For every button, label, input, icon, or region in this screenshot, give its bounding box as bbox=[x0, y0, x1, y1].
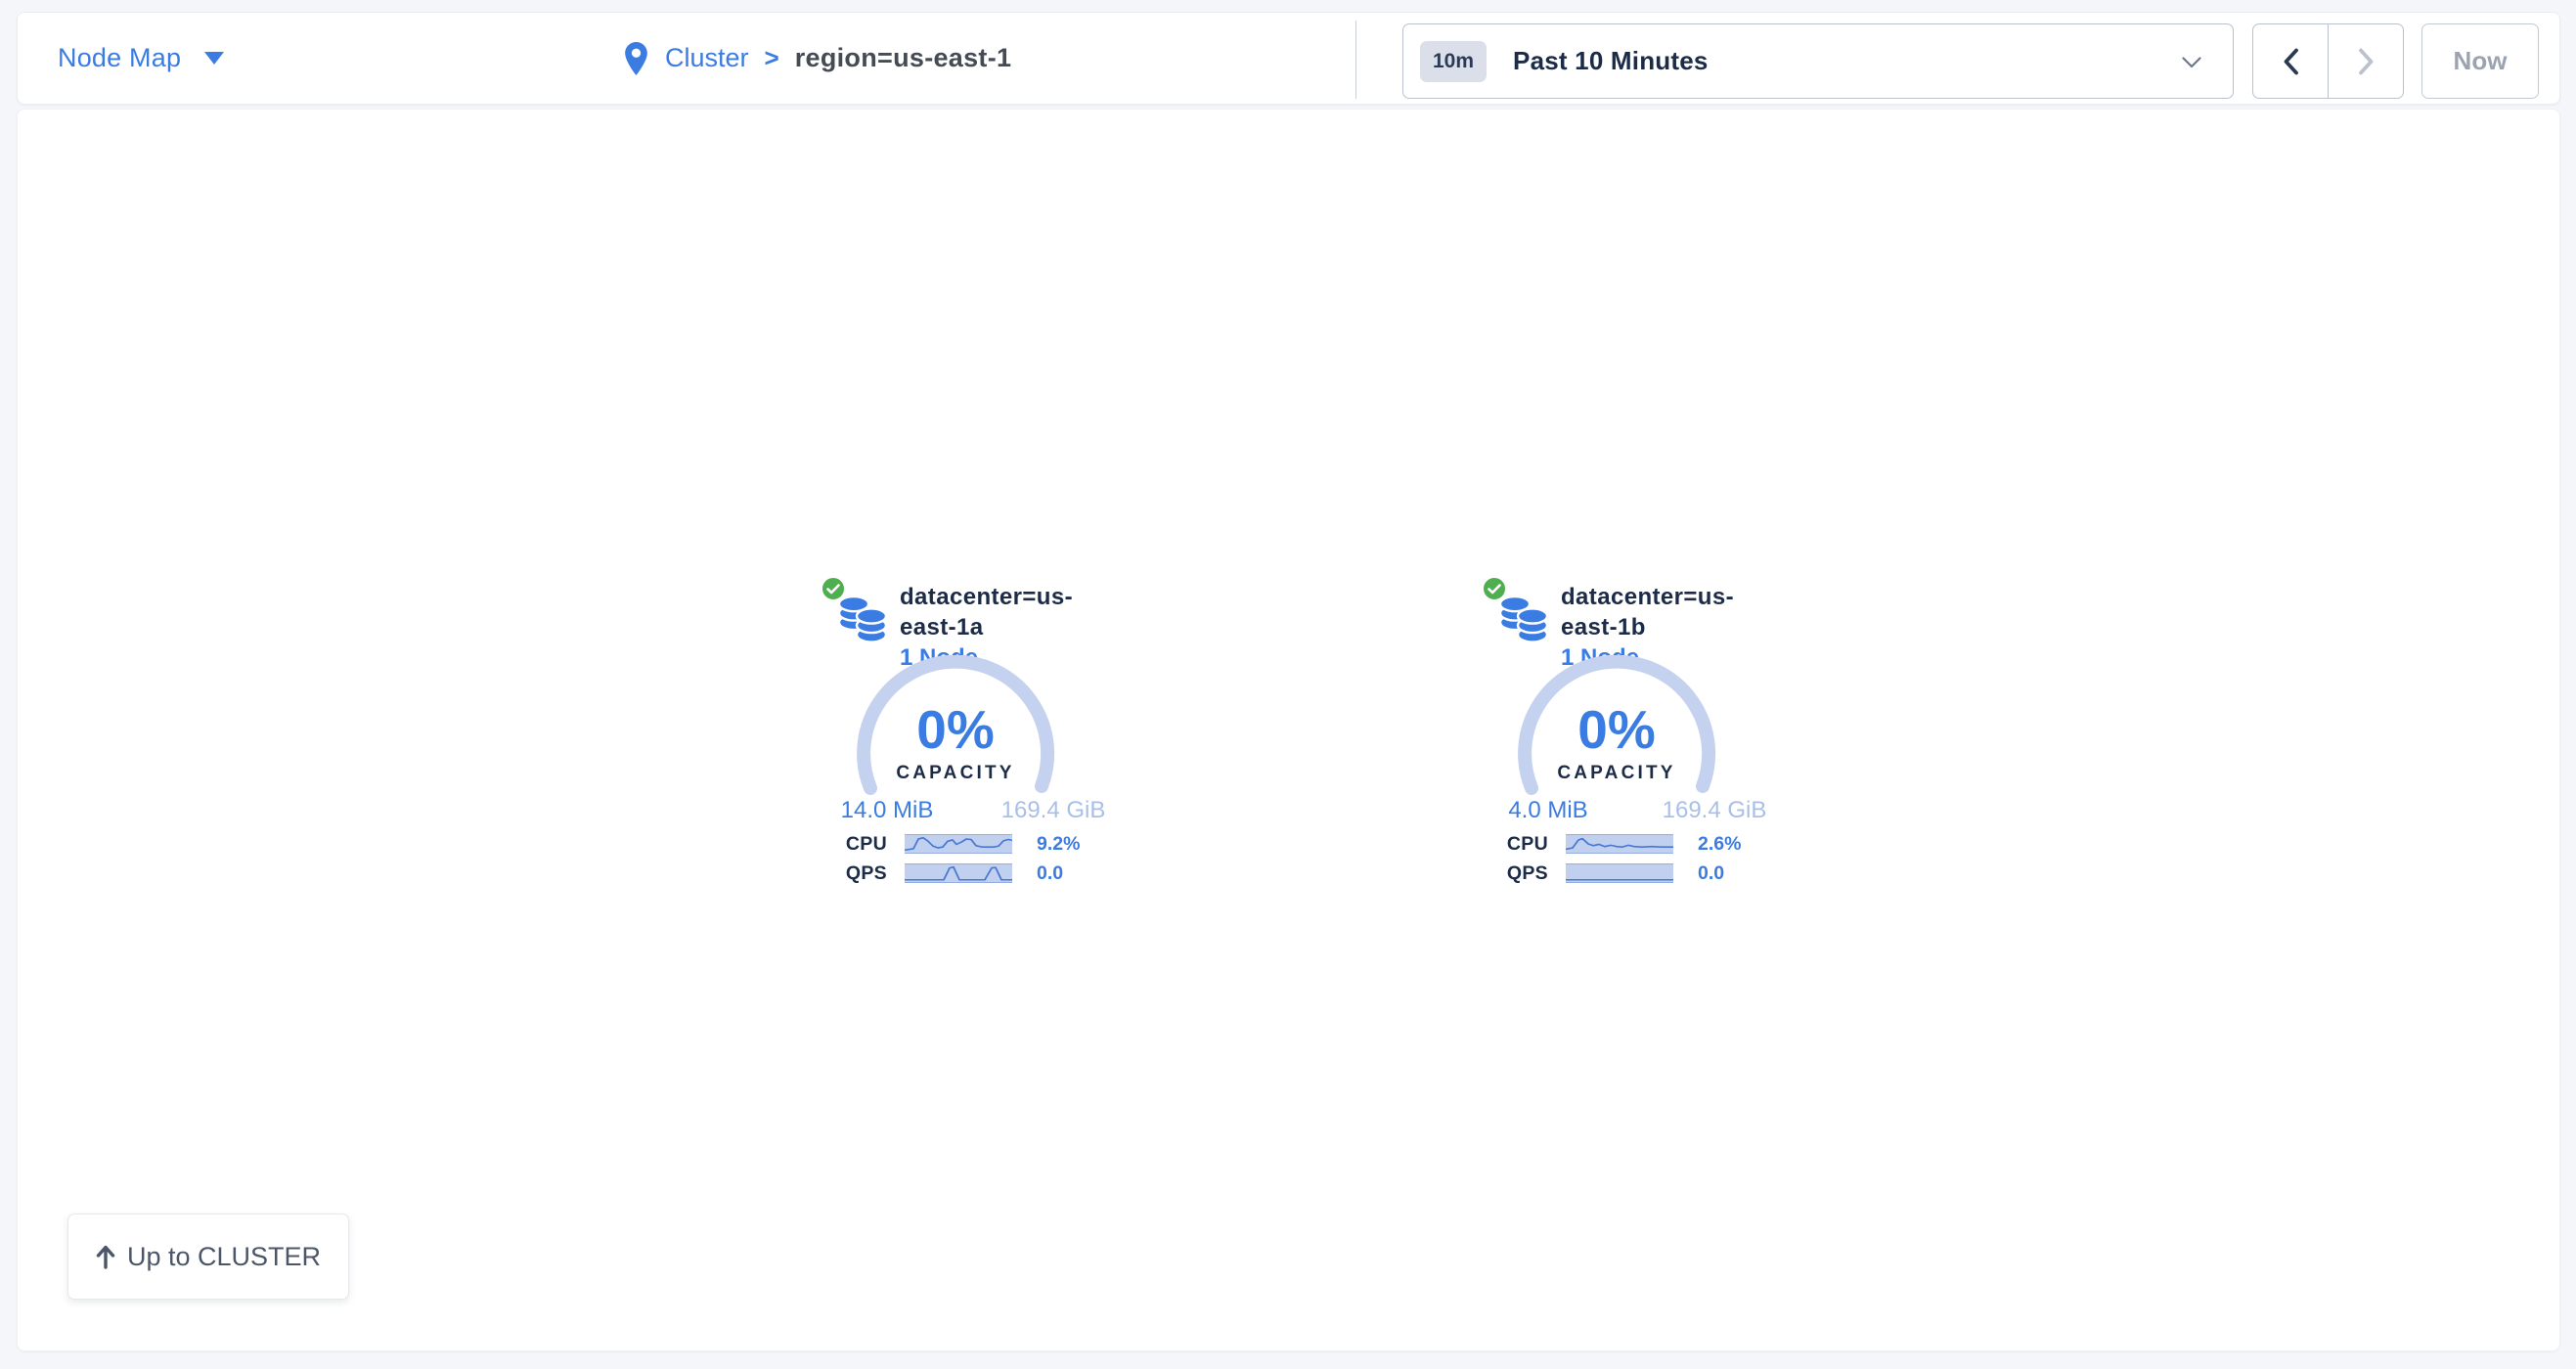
capacity-gauge: 0% CAPACITY bbox=[1517, 655, 1716, 804]
qps-value: 0.0 bbox=[1037, 862, 1063, 885]
location-pin-icon bbox=[625, 42, 647, 75]
view-selector-label: Node Map bbox=[58, 43, 181, 73]
chevron-right-icon bbox=[2358, 48, 2375, 75]
breadcrumb-cluster-link[interactable]: Cluster bbox=[665, 43, 749, 73]
qps-metric-row: QPS 0.0 bbox=[799, 862, 1122, 884]
node-map-canvas bbox=[17, 109, 2560, 1351]
qps-label: QPS bbox=[1460, 862, 1548, 885]
cpu-metric-row: CPU 9.2% bbox=[799, 833, 1122, 855]
time-forward-button[interactable] bbox=[2329, 24, 2403, 98]
time-range-dropdown[interactable]: 10m Past 10 Minutes bbox=[1402, 23, 2234, 99]
view-selector-dropdown[interactable]: Node Map bbox=[58, 13, 224, 104]
breadcrumb: Cluster > region=us-east-1 bbox=[625, 13, 1011, 104]
up-to-cluster-label: Up to CLUSTER bbox=[127, 1242, 321, 1272]
datacenter-card[interactable]: datacenter=us-east-1b 1 Node 0% CAPACITY… bbox=[1460, 575, 1783, 898]
cpu-label: CPU bbox=[799, 833, 887, 856]
qps-metric-row: QPS 0.0 bbox=[1460, 862, 1783, 884]
database-stack-icon bbox=[1498, 596, 1549, 643]
qps-label: QPS bbox=[799, 862, 887, 885]
datacenter-name: datacenter=us-east-1b bbox=[1561, 582, 1783, 642]
cpu-sparkline bbox=[905, 834, 1012, 854]
time-range-label: Past 10 Minutes bbox=[1513, 46, 1709, 76]
capacity-percent: 0% bbox=[856, 698, 1055, 761]
cpu-value: 9.2% bbox=[1037, 833, 1080, 856]
time-back-button[interactable] bbox=[2253, 24, 2329, 98]
chevron-left-icon bbox=[2283, 48, 2299, 75]
caret-down-icon bbox=[204, 52, 224, 65]
cpu-metric-row: CPU 2.6% bbox=[1460, 833, 1783, 855]
qps-sparkline bbox=[1566, 863, 1673, 883]
capacity-total: 169.4 GiB bbox=[1663, 797, 1767, 824]
healthy-check-icon bbox=[821, 576, 846, 601]
arrow-up-icon bbox=[96, 1244, 115, 1269]
chevron-down-icon bbox=[2182, 57, 2201, 68]
capacity-used: 14.0 MiB bbox=[841, 797, 934, 824]
cpu-label: CPU bbox=[1460, 833, 1548, 856]
capacity-gauge: 0% CAPACITY bbox=[856, 655, 1055, 804]
breadcrumb-separator: > bbox=[765, 43, 779, 73]
header-bar: Node Map Cluster > region=us-east-1 10m … bbox=[17, 12, 2560, 105]
up-to-cluster-button[interactable]: Up to CLUSTER bbox=[67, 1214, 349, 1300]
healthy-check-icon bbox=[1482, 576, 1507, 601]
header-divider bbox=[1355, 21, 1356, 99]
database-stack-icon bbox=[837, 596, 888, 643]
cpu-value: 2.6% bbox=[1698, 833, 1741, 856]
breadcrumb-current: region=us-east-1 bbox=[795, 43, 1012, 73]
qps-sparkline bbox=[905, 863, 1012, 883]
cpu-sparkline bbox=[1566, 834, 1673, 854]
capacity-percent: 0% bbox=[1517, 698, 1716, 761]
now-button[interactable]: Now bbox=[2421, 23, 2539, 99]
datacenter-name: datacenter=us-east-1a bbox=[900, 582, 1122, 642]
qps-value: 0.0 bbox=[1698, 862, 1724, 885]
capacity-caption: CAPACITY bbox=[856, 763, 1055, 784]
datacenter-card[interactable]: datacenter=us-east-1a 1 Node 0% CAPACITY… bbox=[799, 575, 1122, 898]
time-step-buttons bbox=[2252, 23, 2404, 99]
capacity-total: 169.4 GiB bbox=[1001, 797, 1106, 824]
capacity-caption: CAPACITY bbox=[1517, 763, 1716, 784]
time-range-badge: 10m bbox=[1420, 41, 1487, 82]
capacity-used: 4.0 MiB bbox=[1508, 797, 1587, 824]
